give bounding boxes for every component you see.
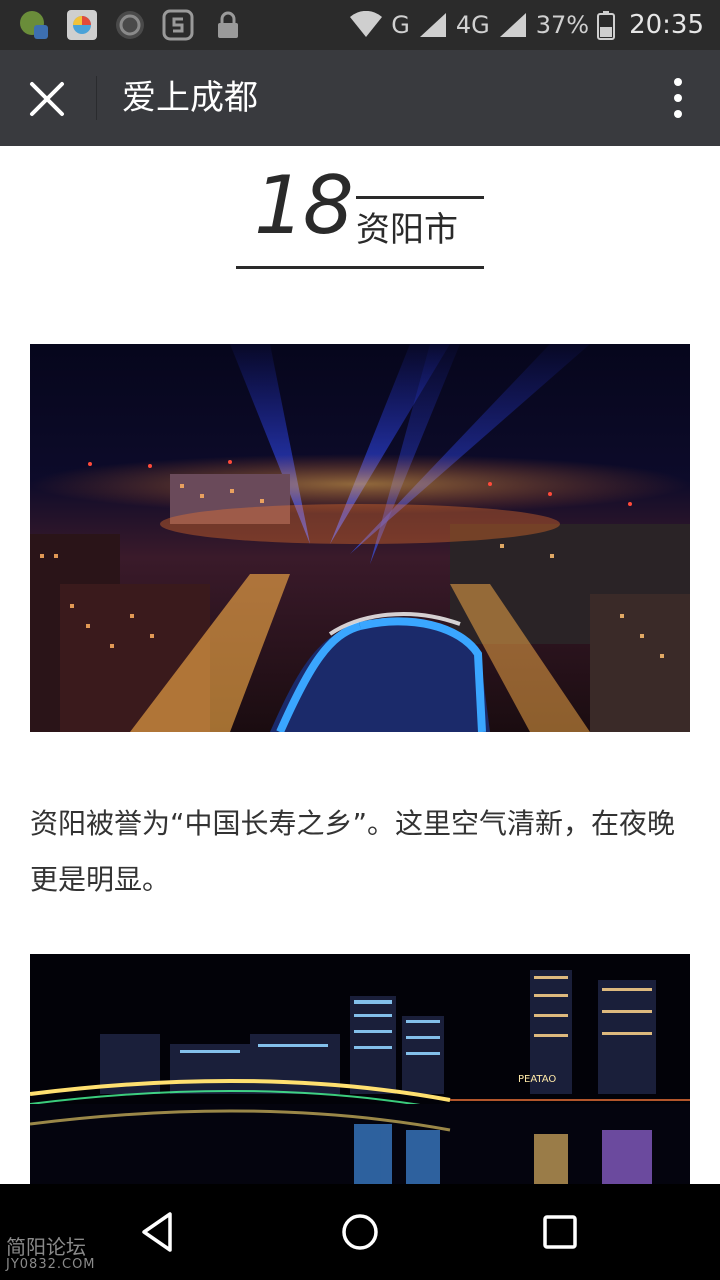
network-type-label: G <box>391 11 410 39</box>
back-icon[interactable] <box>134 1206 186 1258</box>
app-bar: 爱上成都 <box>0 50 720 146</box>
wifi-icon <box>350 11 383 37</box>
building-sign: PEATAO <box>518 1074 556 1085</box>
lock-icon <box>218 11 238 38</box>
section-heading: 18 资阳市 <box>236 160 486 272</box>
page-title: 爱上成都 <box>122 78 258 118</box>
watermark: 简阳论坛 JY0832.COM <box>6 1236 96 1272</box>
network-type-2-label: 4G <box>455 11 490 39</box>
section-number: 18 <box>254 159 354 252</box>
heading-rule-top <box>356 196 484 199</box>
more-options-icon[interactable] <box>668 76 688 120</box>
battery-icon <box>597 11 616 40</box>
app-bar-divider <box>96 76 97 120</box>
watermark-line2: JY0832.COM <box>6 1257 96 1272</box>
signal-icon-2 <box>499 13 526 37</box>
navigation-bar <box>0 1184 720 1280</box>
circle-app-icon <box>116 11 144 39</box>
heading-rule-bottom <box>236 266 484 269</box>
recent-apps-icon[interactable] <box>534 1206 586 1258</box>
signal-icon <box>419 13 446 37</box>
ziyang-night-photo[interactable] <box>30 344 690 732</box>
city-name: 资阳市 <box>356 210 458 250</box>
browser-notification-icon <box>67 10 97 40</box>
s-app-icon <box>162 9 194 41</box>
close-icon[interactable] <box>22 74 72 124</box>
ziyang-skyline-photo[interactable]: PEATAO <box>30 954 690 1184</box>
clock: 20:35 <box>629 10 704 40</box>
battery-percent: 37% <box>535 11 590 39</box>
status-bar: G 4G 37% 20:35 <box>0 0 720 50</box>
article-paragraph: 资阳被誉为“中国长寿之乡”。这里空气清新，在夜晚更是明显。 <box>30 807 676 896</box>
watermark-line1: 简阳论坛 <box>6 1235 86 1259</box>
home-icon[interactable] <box>334 1206 386 1258</box>
app-notification-icon <box>20 11 48 39</box>
